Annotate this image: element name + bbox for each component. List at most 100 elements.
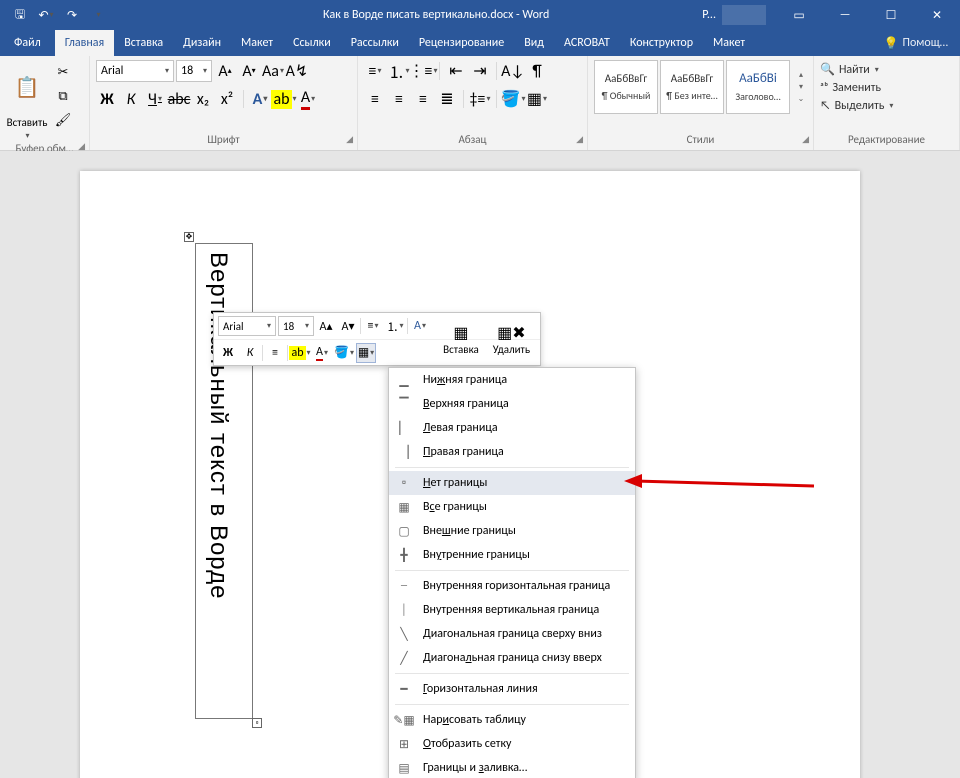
tab-references[interactable]: Ссылки bbox=[283, 30, 341, 56]
find-button[interactable]: 🔍Найти▾ bbox=[820, 62, 893, 77]
tab-mailings[interactable]: Рассылки bbox=[341, 30, 409, 56]
menu-draw-table[interactable]: ✎▦Нарисовать таблицу bbox=[389, 708, 635, 732]
maximize-button[interactable]: ☐ bbox=[868, 0, 914, 30]
superscript-button[interactable]: x² bbox=[216, 88, 238, 110]
bullets-button[interactable]: ≡▾ bbox=[364, 60, 386, 82]
mini-italic[interactable]: К bbox=[240, 343, 260, 363]
tab-insert[interactable]: Вставка bbox=[114, 30, 173, 56]
mini-bold[interactable]: Ж bbox=[218, 343, 238, 363]
minimize-button[interactable]: — bbox=[822, 0, 868, 30]
subscript-button[interactable]: x₂ bbox=[192, 88, 214, 110]
tab-home[interactable]: Главная bbox=[55, 30, 114, 56]
font-size-combo[interactable]: 18▾ bbox=[176, 60, 212, 82]
menu-border-outside[interactable]: ▢Внешние границы bbox=[389, 519, 635, 543]
font-launcher[interactable]: ◢ bbox=[346, 132, 353, 148]
customize-qat[interactable]: ▾ bbox=[86, 3, 110, 27]
line-spacing-button[interactable]: ‡≡▾ bbox=[469, 88, 491, 110]
style-nospacing[interactable]: АаБбВвГг ¶ Без инте… bbox=[660, 60, 724, 114]
cut-button[interactable]: ✂ bbox=[52, 62, 74, 82]
italic-button[interactable]: К bbox=[120, 88, 142, 110]
decrease-indent-button[interactable]: ⇤ bbox=[445, 60, 467, 82]
increase-font-button[interactable]: A▴ bbox=[214, 60, 236, 82]
mini-borders[interactable]: ▦▾ bbox=[356, 343, 376, 363]
increase-indent-button[interactable]: ⇥ bbox=[469, 60, 491, 82]
shading-button[interactable]: 🪣▾ bbox=[502, 88, 524, 110]
align-right-button[interactable]: ≡ bbox=[412, 88, 434, 110]
align-left-button[interactable]: ≡ bbox=[364, 88, 386, 110]
menu-border-diag-down[interactable]: ╲Диагональная граница сверху вниз bbox=[389, 622, 635, 646]
bold-button[interactable]: Ж bbox=[96, 88, 118, 110]
mini-styles[interactable]: A▾ bbox=[410, 316, 430, 336]
tab-acrobat[interactable]: ACROBAT bbox=[554, 30, 620, 56]
change-case-button[interactable]: Aa▾ bbox=[262, 60, 284, 82]
paste-dropdown[interactable]: ▾ bbox=[25, 131, 29, 141]
mini-shrink-font[interactable]: A▾ bbox=[338, 316, 358, 336]
numbering-button[interactable]: ⒈▾ bbox=[388, 60, 410, 82]
format-painter-button[interactable]: 🖌 bbox=[52, 110, 74, 130]
style-heading1[interactable]: АаБбВі Заголово… bbox=[726, 60, 790, 114]
style-normal[interactable]: АаБбВвГг ¶ Обычный bbox=[594, 60, 658, 114]
menu-show-gridlines[interactable]: ⊞Отобразить сетку bbox=[389, 732, 635, 756]
highlight-button[interactable]: ab▾ bbox=[273, 88, 295, 110]
redo-button[interactable]: ↷ bbox=[60, 3, 84, 27]
tab-view[interactable]: Вид bbox=[514, 30, 554, 56]
tab-layout[interactable]: Макет bbox=[231, 30, 283, 56]
move-handle-icon[interactable]: ✥ bbox=[184, 232, 194, 242]
tell-me[interactable]: 💡 Помощ… bbox=[872, 30, 960, 56]
mini-bullets[interactable]: ≡▾ bbox=[363, 316, 383, 336]
menu-border-inside-h[interactable]: ─Внутренняя горизонтальная граница bbox=[389, 574, 635, 598]
mini-size-combo[interactable]: 18▾ bbox=[278, 316, 314, 336]
sort-button[interactable]: A↓ bbox=[502, 60, 524, 82]
menu-border-top[interactable]: ▔Верхняя граница bbox=[389, 392, 635, 416]
show-marks-button[interactable]: ¶ bbox=[526, 60, 548, 82]
mini-font-combo[interactable]: Arial▾ bbox=[218, 316, 276, 336]
tab-design[interactable]: Дизайн bbox=[173, 30, 231, 56]
tab-table-layout[interactable]: Макет bbox=[703, 30, 755, 56]
paste-button[interactable]: 📋 bbox=[6, 60, 48, 114]
mini-grow-font[interactable]: A▴ bbox=[316, 316, 336, 336]
mini-shading[interactable]: 🪣▾ bbox=[334, 343, 354, 363]
align-center-button[interactable]: ≡ bbox=[388, 88, 410, 110]
replace-button[interactable]: ᵃᵇЗаменить bbox=[820, 81, 893, 95]
justify-button[interactable]: ≣ bbox=[436, 88, 458, 110]
mini-numbering[interactable]: ⒈▾ bbox=[385, 316, 405, 336]
menu-border-left[interactable]: ▏Левая граница bbox=[389, 416, 635, 440]
tab-review[interactable]: Рецензирование bbox=[409, 30, 514, 56]
menu-borders-shading[interactable]: ▤Границы и заливка… bbox=[389, 756, 635, 778]
mini-font-color[interactable]: A▾ bbox=[312, 343, 332, 363]
multilevel-button[interactable]: ⋮≡▾ bbox=[412, 60, 434, 82]
mini-delete-section[interactable]: ▦✖ Удалить bbox=[487, 315, 536, 363]
strikethrough-button[interactable]: abc bbox=[168, 88, 190, 110]
mini-insert-section[interactable]: ▦ Вставка bbox=[437, 315, 485, 363]
paragraph-launcher[interactable]: ◢ bbox=[576, 132, 583, 148]
styles-more[interactable]: ▴▾⌄ bbox=[794, 60, 808, 114]
menu-border-inside[interactable]: ╋Внутренние границы bbox=[389, 543, 635, 567]
styles-launcher[interactable]: ◢ bbox=[802, 132, 809, 148]
ribbon-options-button[interactable]: ▭ bbox=[776, 0, 822, 30]
mini-highlight[interactable]: ab▾ bbox=[290, 343, 310, 363]
decrease-font-button[interactable]: A▾ bbox=[238, 60, 260, 82]
user-area[interactable]: P... bbox=[702, 5, 766, 25]
menu-border-right[interactable]: ▕Правая граница bbox=[389, 440, 635, 464]
resize-handle-icon[interactable]: ▫ bbox=[252, 718, 262, 728]
borders-button[interactable]: ▦▾ bbox=[526, 88, 548, 110]
select-button[interactable]: ↖Выделить▾ bbox=[820, 99, 893, 113]
undo-button[interactable]: ↶▾ bbox=[34, 3, 58, 27]
tab-file[interactable]: Файл bbox=[0, 30, 55, 56]
vertical-text[interactable]: Вертикальный текст в Ворде bbox=[204, 252, 232, 599]
close-button[interactable]: ✕ bbox=[914, 0, 960, 30]
tab-table-design[interactable]: Конструктор bbox=[620, 30, 703, 56]
text-effects-button[interactable]: A▾ bbox=[249, 88, 271, 110]
clear-formatting-button[interactable]: A↯ bbox=[286, 60, 308, 82]
menu-horizontal-line[interactable]: ━Горизонтальная линия bbox=[389, 677, 635, 701]
mini-align[interactable]: ≡ bbox=[265, 343, 285, 363]
save-button[interactable]: 🖫 bbox=[8, 3, 32, 27]
font-color-button[interactable]: A▾ bbox=[297, 88, 319, 110]
copy-button[interactable]: ⧉ bbox=[52, 86, 74, 106]
menu-border-inside-v[interactable]: │Внутренняя вертикальная граница bbox=[389, 598, 635, 622]
menu-border-none[interactable]: ▫Нет границы bbox=[389, 471, 635, 495]
underline-button[interactable]: Ч▾ bbox=[144, 88, 166, 110]
font-name-combo[interactable]: Arial▾ bbox=[96, 60, 174, 82]
menu-border-bottom[interactable]: ▁Нижняя граница bbox=[389, 368, 635, 392]
menu-border-diag-up[interactable]: ╱Диагональная граница снизу вверх bbox=[389, 646, 635, 670]
